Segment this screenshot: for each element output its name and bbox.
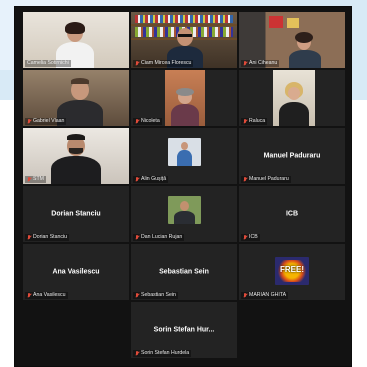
participant-name-label: MARIAN GHITA (241, 292, 289, 299)
video-call-gallery: Camelia Sotirnichi Ciam Mircea Florescu … (14, 6, 352, 367)
participant-tile-sorin-stefan-hurdela[interactable]: Sorin Stefan Hur... Sorin Stefan Hurdela (131, 302, 237, 358)
muted-mic-icon (27, 293, 31, 298)
avatar-text: FREE! (280, 265, 304, 274)
participant-display-name: ICB (285, 210, 299, 218)
participant-name-label: Alin Gușiță (133, 176, 169, 183)
muted-mic-icon (135, 235, 139, 240)
muted-mic-icon (135, 61, 139, 66)
muted-mic-icon (243, 177, 247, 182)
participant-tile-raluca[interactable]: Raluca (239, 70, 345, 126)
participant-tile-nicoleta[interactable]: Nicoleta (131, 70, 237, 126)
participant-display-name: Dorian Stanciu (51, 210, 101, 218)
participant-tile-camelia-sotirnichi[interactable]: Camelia Sotirnichi (23, 12, 129, 68)
participant-name-label: Manuel Paduraru (241, 176, 291, 183)
participant-name-label: Ciam Mircea Florescu (133, 60, 194, 67)
profile-picture (168, 196, 201, 224)
muted-mic-icon (27, 177, 31, 182)
muted-mic-icon (135, 119, 139, 124)
participant-name-label: ICB (241, 234, 260, 241)
participant-name-label: Dorian Stanciu (25, 234, 70, 241)
participant-tile-ani-ciheanu[interactable]: Ani Ciheanu (239, 12, 345, 68)
muted-mic-icon (243, 235, 247, 240)
participant-name-label: Sebastian Sein (133, 292, 178, 299)
participant-tile-ciam-mircea-florescu[interactable]: Ciam Mircea Florescu (131, 12, 237, 68)
participant-tile-sebastian-sein[interactable]: Sebastian Sein Sebastian Sein (131, 244, 237, 300)
participant-name-label: Dan Lucian Rujan (133, 234, 185, 241)
participant-name-label: STM (25, 176, 46, 183)
participant-name-label: Raluca (241, 118, 268, 125)
profile-picture (168, 138, 201, 166)
participant-tile-stm[interactable]: STM (23, 128, 129, 184)
participant-tile-ana-vasilescu[interactable]: Ana Vasilescu Ana Vasilescu (23, 244, 129, 300)
profile-picture: FREE! (275, 257, 309, 285)
participant-tile-marian-ghita[interactable]: FREE! MARIAN GHITA (239, 244, 345, 300)
muted-mic-icon (243, 61, 247, 66)
participant-tile-manuel-paduraru[interactable]: Manuel Paduraru Manuel Paduraru (239, 128, 345, 184)
muted-mic-icon (27, 235, 31, 240)
participant-tile-dan-lucian-rujan[interactable]: Dan Lucian Rujan (131, 186, 237, 242)
participant-tile-dorian-stanciu[interactable]: Dorian Stanciu Dorian Stanciu (23, 186, 129, 242)
muted-mic-icon (135, 177, 139, 182)
participant-display-name: Manuel Paduraru (263, 152, 321, 160)
muted-mic-icon (243, 119, 247, 124)
participant-name-label: Nicoleta (133, 118, 162, 125)
muted-mic-icon (135, 351, 139, 356)
participant-display-name: Sebastian Sein (159, 268, 209, 276)
participant-name-label: Gabriel Vlaan (25, 118, 67, 125)
participant-display-name: Sorin Stefan Hur... (153, 326, 215, 334)
muted-mic-icon (243, 293, 247, 298)
muted-mic-icon (135, 293, 139, 298)
participant-tile-icb[interactable]: ICB ICB (239, 186, 345, 242)
participant-name-label: Ani Ciheanu (241, 60, 280, 67)
participant-tile-gabriel-vlaan[interactable]: Gabriel Vlaan (23, 70, 129, 126)
participant-tile-alin-gusita[interactable]: Alin Gușiță (131, 128, 237, 184)
participant-name-label: Ana Vasilescu (25, 292, 68, 299)
participant-name-label: Camelia Sotirnichi (25, 60, 71, 67)
participant-name-label: Sorin Stefan Hurdela (133, 350, 192, 357)
muted-mic-icon (27, 119, 31, 124)
participant-display-name: Ana Vasilescu (52, 268, 100, 276)
